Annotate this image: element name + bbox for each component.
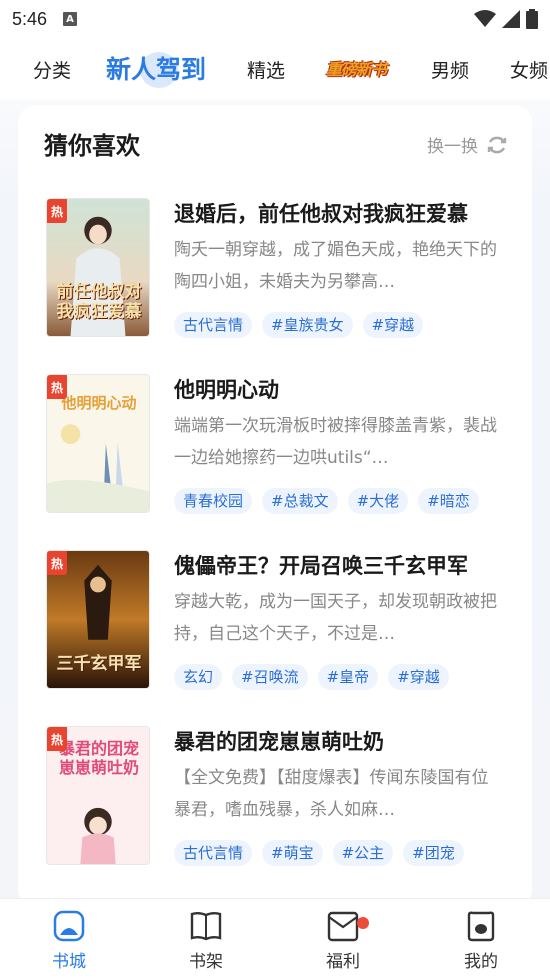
tab-new-books-logo[interactable]: 重磅新书 — [326, 56, 387, 80]
book-tag[interactable]: 青春校园 — [174, 488, 253, 514]
book-tags: 玄幻 #召唤流 #皇帝 #穿越 — [174, 664, 449, 690]
book-tag[interactable]: #总裁文 — [262, 488, 338, 514]
book-title[interactable]: 暴君的团宠崽崽萌吐奶 — [174, 726, 384, 756]
nav-label: 书架 — [189, 952, 223, 972]
gift-icon — [327, 911, 359, 942]
nav-label: 福利 — [326, 952, 360, 972]
refresh-icon — [487, 136, 507, 153]
notification-dot — [357, 917, 369, 929]
bookshelf-icon — [190, 912, 222, 941]
section-title: 猜你喜欢 — [44, 132, 140, 160]
book-tag[interactable]: #暗恋 — [418, 488, 479, 514]
book-tag[interactable]: #大佬 — [347, 488, 409, 514]
book-tag[interactable]: 古代言情 — [174, 312, 253, 338]
tab-male[interactable]: 男频 — [431, 56, 469, 83]
hot-badge: 热 — [47, 199, 67, 223]
book-item[interactable]: 热 三千玄甲军 傀儡帝王？开局召唤三千玄甲军 穿越大乾，成为一国天子，却发现朝政… — [46, 550, 516, 690]
refresh-button[interactable]: 换一换 — [427, 132, 508, 157]
book-tag[interactable]: #萌宝 — [262, 840, 323, 866]
card-header: 猜你喜欢 换一换 — [44, 126, 508, 160]
book-tag[interactable]: #穿越 — [388, 664, 449, 690]
book-item[interactable]: 热 前任他叔对我疯狂爱慕 退婚后，前任他叔对我疯狂爱慕 陶夭一朝穿越，成了媚色天… — [46, 198, 516, 338]
book-description: 陶夭一朝穿越，成了媚色天成，艳绝天下的陶四小姐，未婚夫为另攀高… — [174, 240, 497, 292]
book-tag[interactable]: #皇帝 — [317, 664, 379, 690]
hot-badge: 热 — [47, 727, 67, 751]
book-description: 穿越大乾，成为一国天子，却发现朝政被把持，自己这个天子，不过是… — [174, 592, 497, 644]
book-cover[interactable]: 热 他明明心动 — [46, 374, 150, 513]
book-description: 【全文免费】【甜度爆表】传闻东陵国有位暴君，嗜血残暴，杀人如麻… — [174, 768, 489, 820]
book-tag[interactable]: 古代言情 — [174, 840, 253, 866]
refresh-label: 换一换 — [427, 137, 478, 157]
book-tag[interactable]: #皇族贵女 — [262, 312, 353, 338]
tab-newcomer[interactable]: 新人驾到 — [106, 50, 206, 86]
category-tab-bar: 分类 新人驾到 精选 重磅新书 男频 女频 — [0, 38, 550, 100]
cover-title: 前任他叔对我疯狂爱慕 — [56, 282, 142, 322]
book-tags: 青春校园 #总裁文 #大佬 #暗恋 — [174, 488, 479, 514]
status-indicators — [474, 9, 538, 29]
nav-bookshelf[interactable]: 书架 — [166, 909, 246, 972]
book-tag[interactable]: #公主 — [332, 840, 394, 866]
book-tag[interactable]: 玄幻 — [174, 664, 223, 690]
nav-profile[interactable]: 我的 — [441, 909, 521, 972]
book-cover[interactable]: 热 前任他叔对我疯狂爱慕 — [46, 198, 150, 337]
book-tags: 古代言情 #皇族贵女 #穿越 — [174, 312, 424, 338]
status-bar: 5:46 A — [0, 0, 550, 38]
profile-icon — [467, 911, 495, 942]
wifi-icon — [474, 10, 496, 27]
hot-badge: 热 — [47, 551, 67, 575]
tab-category[interactable]: 分类 — [33, 56, 71, 83]
book-cover[interactable]: 热 三千玄甲军 — [46, 550, 150, 689]
notification-icon: A — [63, 12, 78, 26]
book-tag[interactable]: #召唤流 — [232, 664, 308, 690]
status-time: 5:46 — [12, 8, 48, 29]
book-item[interactable]: 热 暴君的团宠崽崽萌吐奶 暴君的团宠崽崽萌吐奶 【全文免费】【甜度爆表】传闻东陵… — [46, 726, 516, 866]
tab-female[interactable]: 女频 — [510, 56, 548, 83]
book-cover[interactable]: 热 暴君的团宠崽崽萌吐奶 — [46, 726, 150, 865]
signal-icon — [502, 10, 520, 28]
book-title[interactable]: 傀儡帝王？开局召唤三千玄甲军 — [174, 550, 468, 580]
cover-title: 三千玄甲军 — [56, 654, 142, 674]
hot-badge: 热 — [47, 375, 67, 399]
book-tag[interactable]: #团宠 — [403, 840, 464, 866]
nav-label: 书城 — [52, 952, 86, 972]
tab-featured[interactable]: 精选 — [247, 56, 285, 83]
book-description: 端端第一次玩滑板时被摔得膝盖青紫，裴战一边给她擦药一边哄utils“… — [174, 416, 497, 468]
book-item[interactable]: 热 他明明心动 他明明心动 端端第一次玩滑板时被摔得膝盖青紫，裴战一边给她擦药一… — [46, 374, 516, 514]
recommendation-card: 猜你喜欢 换一换 热 前任他叔对我疯狂爱慕 退婚后，前任他叔对我疯狂爱慕 陶夭一… — [18, 106, 532, 906]
nav-label: 我的 — [464, 952, 498, 972]
book-tags: 古代言情 #萌宝 #公主 #团宠 — [174, 840, 464, 866]
book-tag[interactable]: #穿越 — [362, 312, 424, 338]
home-icon — [53, 910, 85, 942]
battery-icon — [526, 9, 538, 29]
nav-rewards[interactable]: 福利 — [303, 909, 383, 972]
bottom-navigation: 书城 书架 福利 我的 — [0, 898, 550, 979]
nav-bookstore[interactable]: 书城 — [29, 909, 109, 972]
book-title[interactable]: 退婚后，前任他叔对我疯狂爱慕 — [174, 198, 468, 228]
book-title[interactable]: 他明明心动 — [174, 374, 279, 404]
